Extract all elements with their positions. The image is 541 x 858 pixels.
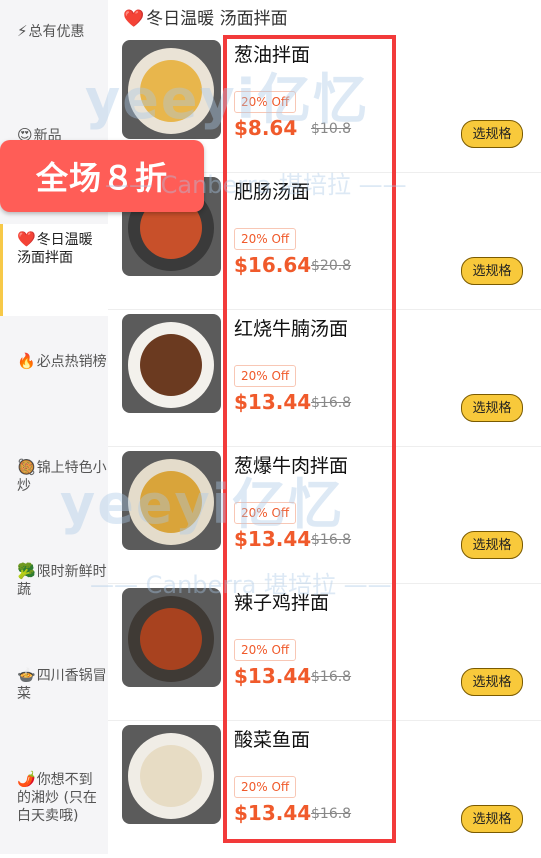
sidebar-item-vegetables[interactable]: 🥦限时新鲜时蔬 bbox=[0, 562, 108, 599]
select-spec-button[interactable]: 选规格 bbox=[461, 668, 523, 696]
dish-name: 葱油拌面 bbox=[234, 44, 311, 66]
select-spec-button[interactable]: 选规格 bbox=[461, 805, 523, 833]
select-spec-button[interactable]: 选规格 bbox=[461, 531, 523, 559]
fire-icon: 🔥 bbox=[17, 352, 36, 370]
dish-name: 酸菜鱼面 bbox=[234, 729, 311, 751]
sidebar-item-stir-fry[interactable]: 🥘锦上特色小炒 bbox=[0, 458, 108, 495]
broccoli-icon: 🥦 bbox=[17, 562, 36, 580]
sidebar-item-discounts[interactable]: ⚡总有优惠 bbox=[0, 22, 108, 41]
sidebar-item-label: 必点热销榜 bbox=[36, 354, 107, 370]
original-price: $16.8 bbox=[311, 532, 352, 548]
original-price: $10.8 bbox=[311, 121, 352, 137]
select-spec-button[interactable]: 选规格 bbox=[461, 120, 523, 148]
section-header: ❤️ 冬日温暖 汤面拌面 bbox=[123, 4, 288, 29]
discount-badge: 20% Off bbox=[234, 365, 297, 387]
dish-name: 葱爆牛肉拌面 bbox=[234, 455, 349, 477]
dish-photo bbox=[122, 451, 221, 550]
sale-price: $13.44 bbox=[234, 527, 312, 551]
sidebar-item-hunan-stir-fry[interactable]: 🌶️你想不到的湘炒 (只在白天卖哦) bbox=[0, 770, 108, 825]
dish-photo bbox=[122, 588, 221, 687]
category-sidebar: ⚡总有优惠 😍新品 ❤️冬日温暖 汤面拌面 🔥必点热销榜 🥘锦上特色小炒 🥦限时… bbox=[0, 0, 108, 854]
pot-icon: 🍲 bbox=[17, 666, 36, 684]
dish-photo bbox=[122, 314, 221, 413]
pan-icon: 🥘 bbox=[17, 458, 36, 476]
dish-name: 红烧牛腩汤面 bbox=[234, 318, 349, 340]
sidebar-item-winter-noodles[interactable]: ❤️冬日温暖 汤面拌面 bbox=[0, 224, 108, 316]
sale-price: $13.44 bbox=[234, 390, 312, 414]
discount-badge: 20% Off bbox=[234, 776, 297, 798]
lightning-icon: ⚡ bbox=[17, 22, 28, 40]
heart-icon: ❤️ bbox=[17, 230, 36, 248]
sale-price: $8.64 bbox=[234, 116, 298, 140]
original-price: $16.8 bbox=[311, 395, 352, 411]
original-price: $20.8 bbox=[311, 258, 352, 274]
sidebar-item-label: 总有优惠 bbox=[28, 24, 85, 40]
discount-ribbon: 全场８折 bbox=[0, 140, 204, 212]
dish-photo bbox=[122, 40, 221, 139]
sidebar-item-bestsellers[interactable]: 🔥必点热销榜 bbox=[0, 352, 108, 371]
heart-icon: ❤️ bbox=[123, 9, 145, 29]
chili-icon: 🌶️ bbox=[17, 770, 36, 788]
discount-badge: 20% Off bbox=[234, 502, 297, 524]
section-title: 冬日温暖 汤面拌面 bbox=[146, 9, 288, 29]
sale-price: $16.64 bbox=[234, 253, 312, 277]
dish-name: 辣子鸡拌面 bbox=[234, 592, 330, 614]
discount-badge: 20% Off bbox=[234, 91, 297, 113]
select-spec-button[interactable]: 选规格 bbox=[461, 257, 523, 285]
discount-badge: 20% Off bbox=[234, 639, 297, 661]
dish-name: 肥肠汤面 bbox=[234, 181, 311, 203]
dish-photo bbox=[122, 725, 221, 824]
sale-price: $13.44 bbox=[234, 801, 312, 825]
menu-item[interactable]: 酸菜鱼面 20% Off $13.44 $16.8 选规格 bbox=[108, 721, 541, 858]
sidebar-item-sichuan-pot[interactable]: 🍲四川香锅冒菜 bbox=[0, 666, 108, 703]
original-price: $16.8 bbox=[311, 669, 352, 685]
select-spec-button[interactable]: 选规格 bbox=[461, 394, 523, 422]
menu-item[interactable]: 辣子鸡拌面 20% Off $13.44 $16.8 选规格 bbox=[108, 584, 541, 721]
sale-price: $13.44 bbox=[234, 664, 312, 688]
menu-item[interactable]: 红烧牛腩汤面 20% Off $13.44 $16.8 选规格 bbox=[108, 310, 541, 447]
original-price: $16.8 bbox=[311, 806, 352, 822]
discount-badge: 20% Off bbox=[234, 228, 297, 250]
menu-item[interactable]: 葱爆牛肉拌面 20% Off $13.44 $16.8 选规格 bbox=[108, 447, 541, 584]
